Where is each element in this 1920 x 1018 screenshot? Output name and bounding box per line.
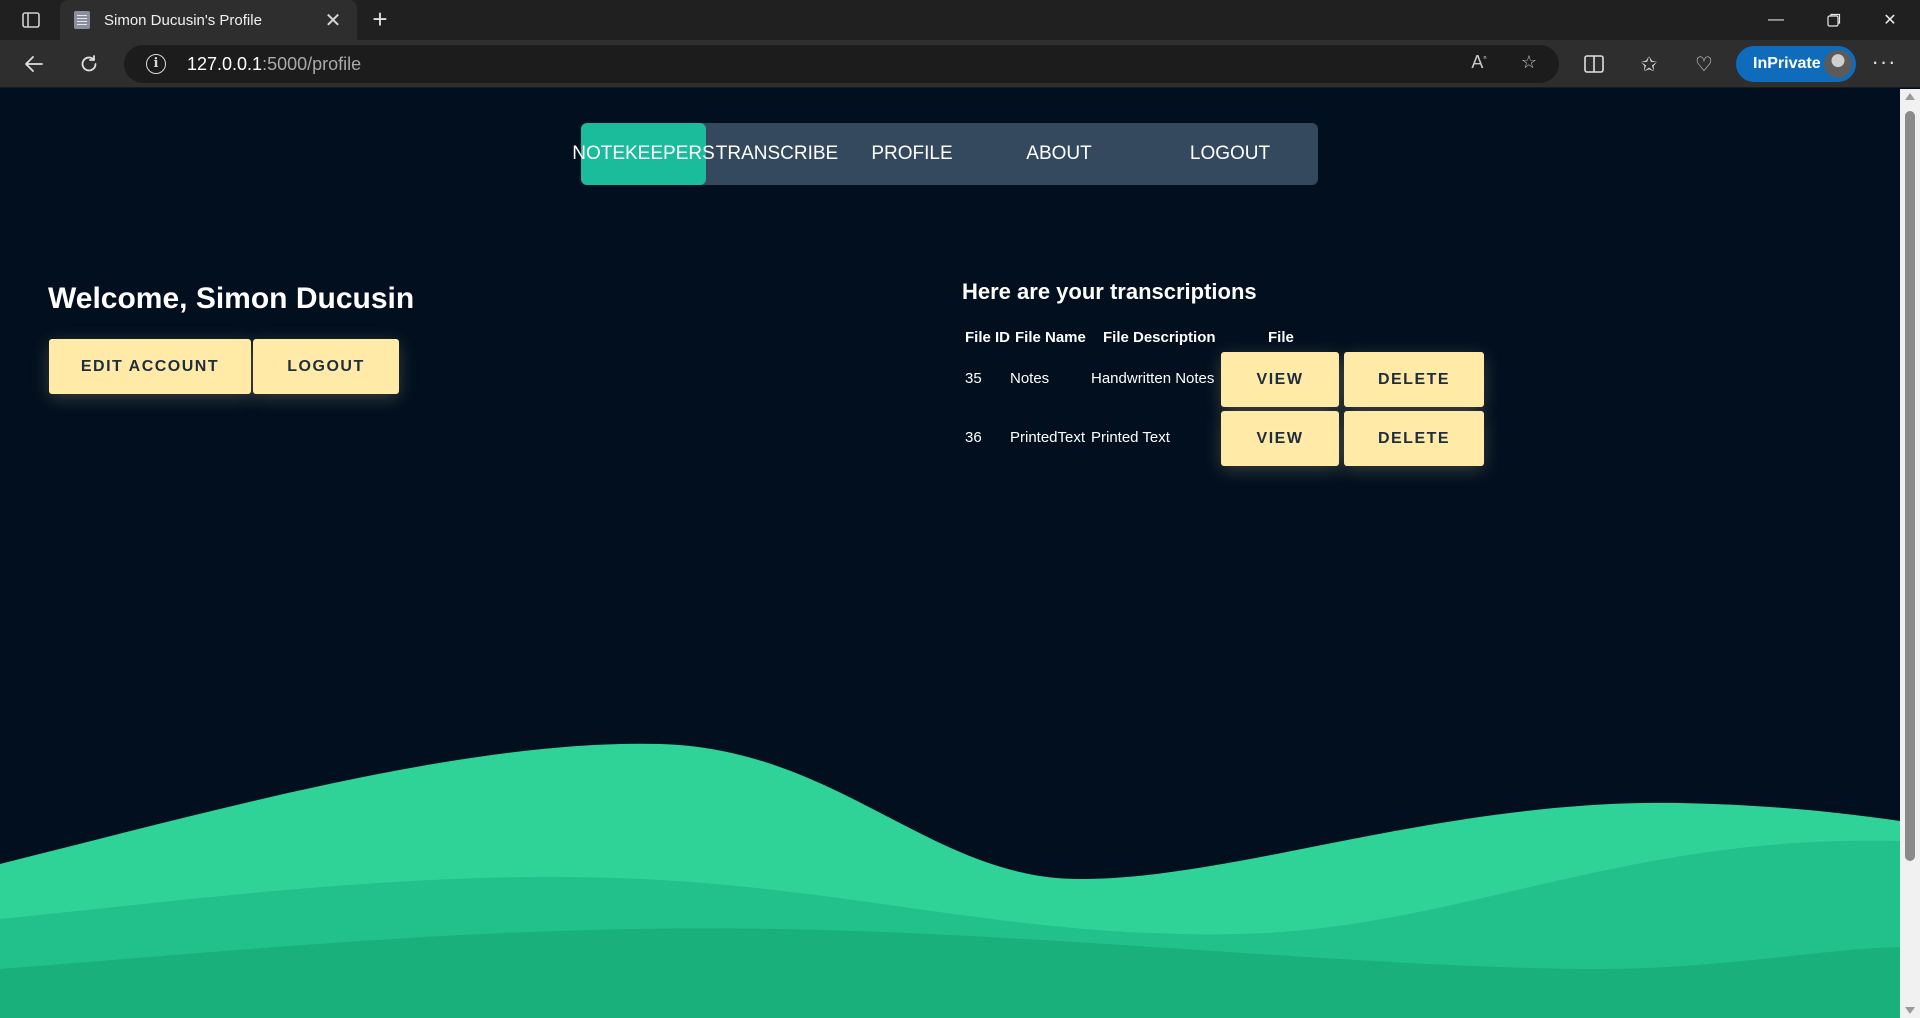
new-tab-icon[interactable]: + bbox=[366, 6, 394, 34]
welcome-heading: Welcome, Simon Ducusin bbox=[48, 282, 415, 315]
view-button[interactable]: VIEW bbox=[1221, 411, 1339, 466]
favorite-star-icon[interactable]: ☆ bbox=[1517, 52, 1541, 76]
main-nav: NOTEKEEPERS TRANSCRIBE PROFILE ABOUT LOG… bbox=[572, 123, 1318, 185]
decorative-waves bbox=[0, 743, 1900, 1018]
nav-item-about[interactable]: ABOUT bbox=[976, 123, 1142, 185]
browser-titlebar: Simon Ducusin's Profile ✕ + — ✕ bbox=[0, 0, 1920, 40]
column-header-file-id: File ID bbox=[965, 329, 1011, 346]
inprivate-button[interactable]: InPrivate bbox=[1736, 46, 1856, 82]
file-description-cell: Printed Text bbox=[1091, 429, 1170, 446]
column-header-file-description: File Description bbox=[1103, 329, 1216, 346]
file-name-cell: Notes bbox=[1010, 370, 1050, 387]
site-info-icon[interactable]: i bbox=[146, 54, 166, 74]
inprivate-label: InPrivate bbox=[1753, 55, 1821, 72]
delete-button[interactable]: DELETE bbox=[1344, 352, 1484, 407]
delete-button[interactable]: DELETE bbox=[1344, 411, 1484, 466]
edit-account-button[interactable]: EDIT ACCOUNT bbox=[49, 339, 251, 394]
file-id-cell: 35 bbox=[965, 370, 982, 387]
favorites-icon[interactable]: ✩ bbox=[1633, 48, 1665, 80]
tab-actions-icon[interactable] bbox=[14, 8, 48, 32]
restore-icon[interactable] bbox=[1806, 0, 1862, 40]
page-scrollbar[interactable] bbox=[1900, 89, 1920, 1018]
profile-avatar bbox=[1824, 50, 1852, 78]
transcriptions-heading: Here are your transcriptions bbox=[962, 279, 1257, 304]
scroll-up-icon[interactable] bbox=[1905, 93, 1915, 100]
url-text[interactable]: 127.0.0.1:5000/profile bbox=[187, 54, 361, 75]
close-tab-icon[interactable]: ✕ bbox=[323, 8, 343, 33]
close-window-icon[interactable]: ✕ bbox=[1862, 0, 1918, 40]
nav-item-notekeepers[interactable]: NOTEKEEPERS bbox=[572, 123, 715, 185]
browser-essentials-icon[interactable]: ♡ bbox=[1688, 48, 1720, 80]
browser-tab[interactable]: Simon Ducusin's Profile ✕ bbox=[60, 0, 357, 40]
nav-item-transcribe[interactable]: TRANSCRIBE bbox=[706, 123, 848, 185]
nav-item-profile[interactable]: PROFILE bbox=[848, 123, 976, 185]
address-bar[interactable]: i 127.0.0.1:5000/profile Aⁿ ☆ bbox=[124, 45, 1559, 83]
split-screen-icon[interactable] bbox=[1578, 48, 1610, 80]
view-button[interactable]: VIEW bbox=[1221, 352, 1339, 407]
file-description-cell: Handwritten Notes bbox=[1091, 370, 1215, 387]
scroll-down-icon[interactable] bbox=[1905, 1007, 1915, 1014]
browser-toolbar: i 127.0.0.1:5000/profile Aⁿ ☆ ✩ ♡ InPriv… bbox=[0, 40, 1920, 88]
column-header-file: File bbox=[1268, 329, 1294, 346]
more-options-icon[interactable]: ··· bbox=[1868, 48, 1900, 80]
file-id-cell: 36 bbox=[965, 429, 982, 446]
file-name-cell: PrintedText bbox=[1010, 429, 1086, 446]
nav-item-logout[interactable]: LOGOUT bbox=[1142, 123, 1318, 185]
page-viewport: NOTEKEEPERS TRANSCRIBE PROFILE ABOUT LOG… bbox=[0, 89, 1900, 1018]
logout-button[interactable]: LOGOUT bbox=[253, 339, 399, 394]
tab-title: Simon Ducusin's Profile bbox=[104, 11, 262, 29]
minimize-icon[interactable]: — bbox=[1748, 0, 1804, 40]
refresh-icon[interactable] bbox=[73, 48, 105, 80]
back-icon[interactable] bbox=[18, 48, 50, 80]
page-favicon-icon bbox=[74, 11, 90, 29]
column-header-file-name: File Name bbox=[1015, 329, 1086, 346]
scrollbar-thumb[interactable] bbox=[1905, 111, 1915, 861]
read-aloud-icon[interactable]: Aⁿ bbox=[1467, 52, 1491, 76]
